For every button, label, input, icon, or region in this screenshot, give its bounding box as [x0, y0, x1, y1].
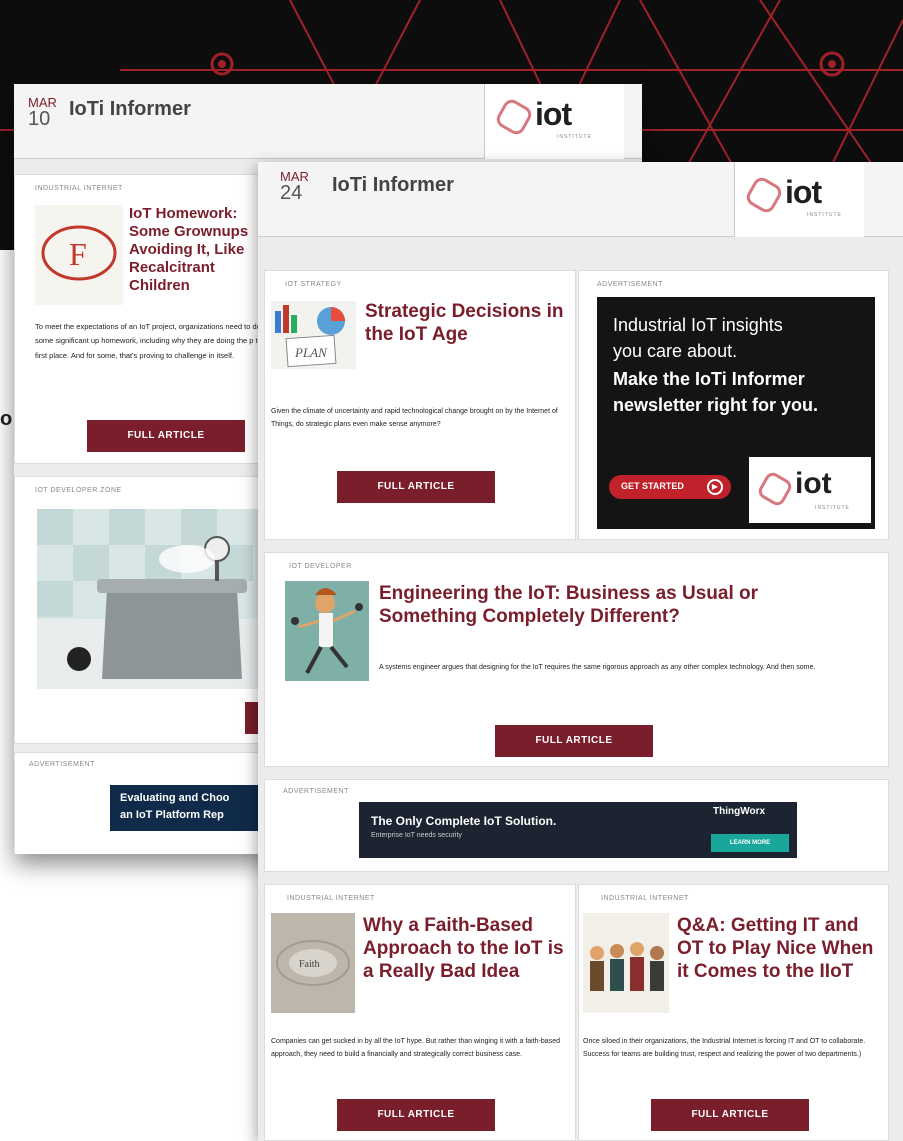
article-headline[interactable]: Engineering the IoT: Business as Usual o…: [379, 583, 859, 629]
issue-date: MAR 24: [280, 170, 309, 203]
article-summary: Given the climate of uncertainty and rap…: [271, 408, 558, 429]
stone-label: Faith: [299, 959, 320, 970]
article-tag: INDUSTRIAL INTERNET: [601, 895, 689, 902]
newsletter-header: MAR 10 IoTi Informer iot INSTITUTE: [14, 84, 642, 159]
article-tag: IOT STRATEGY: [285, 281, 342, 288]
article-card-homework: INDUSTRIAL INTERNET F IoT Homework: Some…: [14, 174, 266, 464]
ad-line-1: The Only Complete IoT Solution.: [371, 814, 557, 828]
logo-subtitle: INSTITUTE: [557, 134, 592, 140]
thingworx-ad[interactable]: The Only Complete IoT Solution. Enterpri…: [359, 802, 797, 858]
get-started-button[interactable]: GET STARTED ▶: [609, 475, 731, 499]
article-card-engineering: IOT DEVELOPER Engineering the IoT: Busin…: [264, 552, 889, 767]
newsletter-title: IoTi Informer: [69, 98, 191, 120]
article-card-faith: INDUSTRIAL INTERNET Faith Why a Faith-Ba…: [264, 884, 576, 1141]
ad-line-3: Make the IoTi Informer: [613, 369, 805, 389]
logo-wordmark: iot: [785, 174, 822, 210]
article-headline[interactable]: IoT Homework: Some Grownups Avoiding It,…: [129, 205, 269, 295]
article-tag: INDUSTRIAL INTERNET: [35, 185, 123, 192]
article-headline[interactable]: Strategic Decisions in the IoT Age: [365, 301, 575, 347]
get-started-label: GET STARTED: [621, 481, 684, 491]
ioti-signup-ad[interactable]: Industrial IoT insights you care about. …: [597, 297, 875, 529]
issue-day: 10: [28, 108, 51, 130]
article-summary: A systems engineer argues that designing…: [379, 664, 816, 671]
ad-line-1: Evaluating and Choo: [120, 792, 230, 804]
graded-f-paper-icon: F: [35, 205, 123, 305]
ad-tag: ADVERTISEMENT: [597, 281, 663, 288]
ad-line-4: newsletter right for you.: [613, 395, 819, 415]
article-summary: To meet the expectations of an IoT proje…: [35, 322, 266, 360]
hexagon-icon: [493, 96, 535, 138]
issue-date: MAR 10: [28, 96, 57, 129]
plan-charts-icon: PLAN: [271, 301, 356, 369]
full-article-button[interactable]: FULL ARTICLE: [87, 420, 245, 452]
logo-wordmark: iot: [535, 96, 572, 132]
faith-stone-icon: Faith: [271, 913, 355, 1013]
newsletter-title: IoTi Informer: [332, 174, 454, 196]
ad-logo-subtitle: INSTITUTE: [815, 505, 850, 511]
article-tag: IOT DEVELOPER: [289, 563, 352, 570]
iot-institute-ad-logo: iot INSTITUTE: [749, 457, 871, 523]
ad-line-1: Industrial IoT insights: [613, 315, 783, 335]
learn-more-button[interactable]: LEARN MORE: [711, 834, 789, 852]
plan-label: PLAN: [294, 345, 328, 360]
ad-tag: ADVERTISEMENT: [283, 788, 349, 795]
article-tag: INDUSTRIAL INTERNET: [287, 895, 375, 902]
engineer-juggling-illustration: [285, 581, 369, 681]
team-people-illustration: [583, 913, 669, 1013]
article-tag: IOT DEVELOPER ZONE: [35, 487, 122, 494]
full-article-button[interactable]: FULL ARTICLE: [495, 725, 653, 757]
article-summary: Once siloed in their organizations, the …: [583, 1038, 866, 1059]
logo-subtitle: INSTITUTE: [807, 212, 842, 218]
newsletter-mar-24: MAR 24 IoTi Informer iot INSTITUTE IOT S…: [258, 162, 903, 1141]
ad-line-2: Enterprise IoT needs security: [371, 832, 462, 839]
advertisement-card: ADVERTISEMENT Evaluating and Choo an IoT…: [14, 752, 260, 854]
thingworx-logo: ThingWorx: [713, 806, 766, 817]
advertisement-card: ADVERTISEMENT Industrial IoT insights yo…: [578, 270, 889, 540]
ad-tag: ADVERTISEMENT: [29, 761, 95, 768]
pressure-cooker-illustration: [37, 509, 260, 689]
advertisement-card: ADVERTISEMENT The Only Complete IoT Solu…: [264, 779, 889, 872]
ad-line-2: you care about.: [613, 341, 738, 361]
hexagon-icon: [755, 469, 795, 509]
platform-report-ad[interactable]: Evaluating and Choo an IoT Platform Rep: [110, 785, 260, 831]
banner-partial-text: o: [0, 408, 13, 430]
ad-logo-wordmark: iot: [795, 467, 832, 500]
iot-institute-logo[interactable]: iot INSTITUTE: [734, 162, 864, 237]
article-summary: Companies can get sucked in by all the I…: [271, 1038, 560, 1059]
issue-day: 24: [280, 182, 303, 204]
iot-institute-logo[interactable]: iot INSTITUTE: [484, 84, 624, 159]
newsletter-header: MAR 24 IoTi Informer iot INSTITUTE: [258, 162, 903, 237]
svg-text:F: F: [69, 236, 87, 272]
hexagon-icon: [743, 174, 785, 216]
ad-line-2: an IoT Platform Rep: [120, 809, 224, 821]
article-card-it-ot: INDUSTRIAL INTERNET Q&A: Getting IT and …: [578, 884, 889, 1141]
full-article-button[interactable]: FULL ARTICLE: [651, 1099, 809, 1131]
full-article-button[interactable]: FULL ARTICLE: [337, 471, 495, 503]
article-headline[interactable]: Why a Faith-Based Approach to the IoT is…: [363, 915, 573, 983]
play-arrow-icon: ▶: [707, 479, 723, 495]
full-article-button[interactable]: FULL ARTICLE: [337, 1099, 495, 1131]
article-card-strategy: IOT STRATEGY PLAN Strategic Decisions in…: [264, 270, 576, 540]
article-card-developer-zone: IOT DEVELOPER ZONE: [14, 476, 265, 744]
article-headline[interactable]: Q&A: Getting IT and OT to Play Nice When…: [677, 915, 882, 983]
